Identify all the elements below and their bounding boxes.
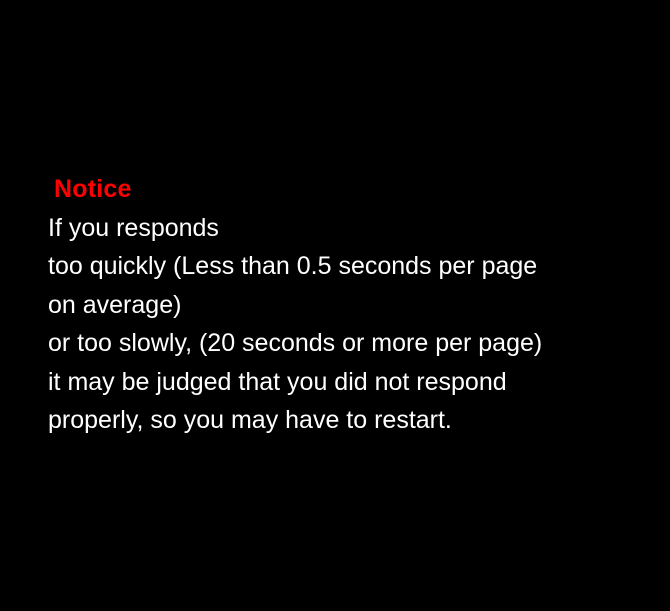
notice-line-5: it may be judged that you did not respon…	[48, 367, 507, 396]
notice-screen: Notice If you responds too quickly (Less…	[0, 0, 670, 611]
notice-line-6: properly, so you may have to restart.	[48, 406, 452, 434]
notice-title: Notice	[54, 175, 132, 203]
notice-line-4: or too slowly, (20 seconds or more per p…	[48, 329, 543, 357]
notice-message: Notice If you responds too quickly (Less…	[48, 170, 660, 440]
notice-line-3: on average)	[48, 290, 182, 319]
notice-line-2: too quickly (Less than 0.5 seconds per p…	[48, 252, 538, 280]
notice-line-1: If you responds	[48, 213, 219, 242]
